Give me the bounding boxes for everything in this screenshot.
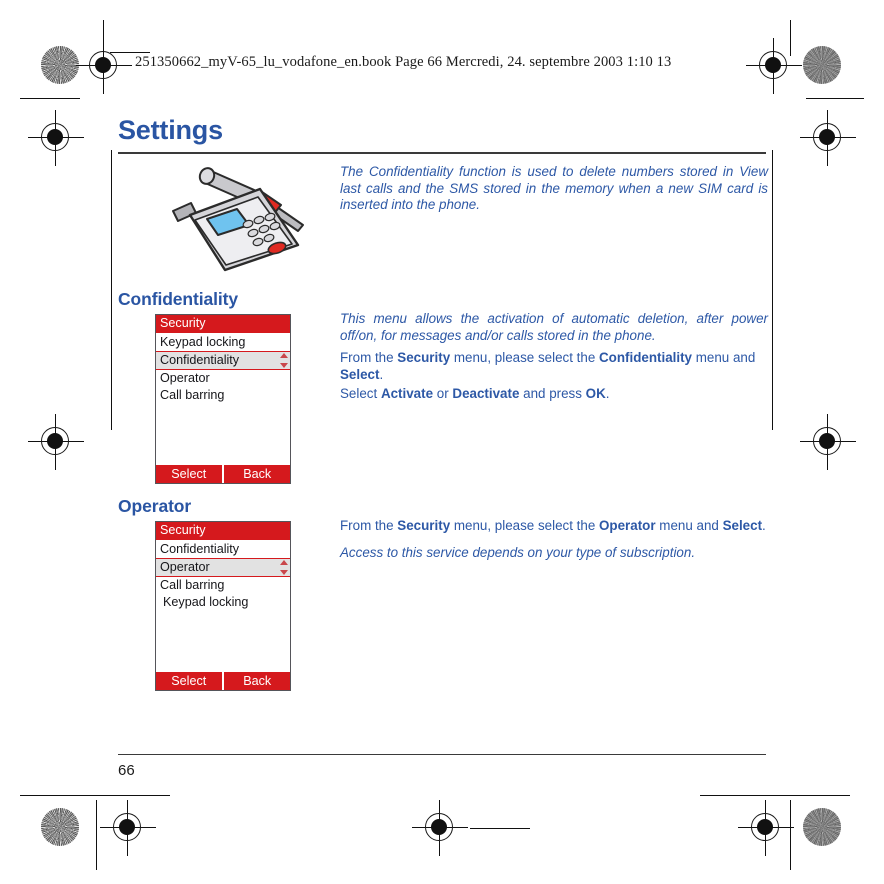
- text-run: Select: [340, 386, 381, 401]
- trim-mark-bottom-right-vertical: [790, 800, 792, 870]
- registration-crosshair-bottom-right: [738, 800, 794, 856]
- registration-crosshair-top-right: [746, 38, 802, 94]
- screen-softkey-bar: Select Back: [156, 672, 290, 690]
- text-run: .: [379, 366, 384, 382]
- menu-item[interactable]: Keypad locking: [156, 334, 290, 351]
- text-run-bold: Confidentiality: [599, 350, 693, 365]
- scroll-arrows-icon: [279, 353, 288, 368]
- intro-text: The Confidentiality function is used to …: [340, 164, 768, 213]
- text-run: menu and: [655, 518, 723, 533]
- menu-item[interactable]: Call barring: [156, 387, 290, 404]
- softkey-back[interactable]: Back: [224, 672, 290, 690]
- registration-crosshair-bottom-center: [412, 800, 468, 856]
- trim-mark-bottom-right: [700, 795, 850, 797]
- trim-mark-bottom-left-vertical: [96, 800, 98, 870]
- menu-item[interactable]: Confidentiality: [156, 541, 290, 558]
- registration-rosette-top-right: [803, 46, 841, 84]
- text-run: menu, please select the: [450, 518, 600, 533]
- menu-item-selected[interactable]: Confidentiality: [156, 351, 290, 370]
- page-title: Settings: [118, 115, 223, 145]
- screen-menu-list: Keypad locking Confidentiality Operator …: [156, 333, 290, 465]
- text-run-bold: Activate: [380, 386, 434, 401]
- menu-item[interactable]: Operator: [156, 370, 290, 387]
- screen-titlebar: Security: [156, 522, 290, 540]
- page-number: 66: [118, 762, 135, 779]
- footer-divider: [118, 754, 766, 756]
- text-run: .: [605, 386, 610, 401]
- screen-menu-list: Confidentiality Operator Call barring Ke…: [156, 540, 290, 672]
- arrow-up-icon: [279, 560, 288, 565]
- softkey-back[interactable]: Back: [224, 465, 290, 483]
- menu-item-label: Operator: [160, 560, 210, 574]
- text-run-bold: OK: [585, 386, 606, 401]
- text-run-bold: Security: [397, 350, 451, 365]
- running-head: 251350662_myV-65_lu_vodafone_en.book Pag…: [135, 54, 672, 70]
- registration-crosshair-right-upper: [800, 110, 856, 166]
- text-run-bold: Security: [397, 518, 451, 533]
- text-run-bold: Deactivate: [452, 386, 520, 401]
- confidentiality-note-paragraph: This menu allows the activation of autom…: [340, 311, 768, 344]
- registration-rosette-bottom-left: [41, 808, 79, 846]
- text-run: or: [433, 386, 453, 401]
- arrow-down-icon: [279, 570, 288, 575]
- handset-screen-operator: Security Confidentiality Operator Call b…: [155, 521, 291, 691]
- operator-note-text: Access to this service depends on your t…: [340, 545, 696, 560]
- section-heading-operator: Operator: [118, 496, 192, 516]
- trim-mark-right-upper: [806, 98, 864, 100]
- registration-rosette-top-left: [41, 46, 79, 84]
- arrow-up-icon: [279, 353, 288, 358]
- section-heading-confidentiality: Confidentiality: [118, 289, 239, 309]
- operator-instruction-paragraph: From the Security menu, please select th…: [340, 518, 768, 535]
- registration-rosette-bottom-right: [803, 808, 841, 846]
- trim-mark-bottom-center: [470, 828, 530, 830]
- trim-mark-left-upper: [20, 98, 80, 100]
- text-run: menu, please select the: [450, 350, 600, 365]
- trim-mark-left-vertical: [111, 150, 113, 430]
- trim-mark-right-vertical: [772, 150, 774, 430]
- softkey-select[interactable]: Select: [156, 672, 222, 690]
- handset-screen-confidentiality: Security Keypad locking Confidentiality …: [155, 314, 291, 484]
- intro-paragraph: The Confidentiality function is used to …: [340, 164, 768, 214]
- text-run: menu and: [692, 350, 756, 365]
- screen-titlebar: Security: [156, 315, 290, 333]
- title-divider: [118, 152, 766, 154]
- menu-item[interactable]: Keypad locking: [156, 594, 290, 611]
- operator-subscription-note: Access to this service depends on your t…: [340, 545, 768, 562]
- softkey-select[interactable]: Select: [156, 465, 222, 483]
- text-run: and press: [519, 386, 586, 401]
- confidentiality-activate-paragraph: Select Activate or Deactivate and press …: [340, 386, 768, 403]
- phone-with-screwdriver-illustration: [165, 163, 307, 275]
- trim-mark-top-right: [790, 20, 792, 56]
- text-run: From the: [340, 350, 398, 365]
- confidentiality-note-text: This menu allows the activation of autom…: [340, 311, 768, 343]
- trim-mark-top-left: [103, 20, 105, 56]
- registration-crosshair-left-upper: [28, 110, 84, 166]
- text-run-bold: Select: [722, 518, 763, 533]
- document-page: 251350662_myV-65_lu_vodafone_en.book Pag…: [0, 0, 884, 884]
- registration-crosshair-right-middle: [800, 414, 856, 470]
- arrow-down-icon: [279, 363, 288, 368]
- screen-softkey-bar: Select Back: [156, 465, 290, 483]
- text-run-bold: Select: [340, 366, 380, 382]
- menu-item-selected[interactable]: Operator: [156, 558, 290, 577]
- text-run-bold: Operator: [599, 518, 656, 533]
- trim-mark-bottom-left: [20, 795, 170, 797]
- text-run: From the: [340, 518, 398, 533]
- menu-item[interactable]: Call barring: [156, 577, 290, 594]
- scroll-arrows-icon: [279, 560, 288, 575]
- confidentiality-instruction-paragraph: From the Security menu, please select th…: [340, 350, 768, 383]
- registration-crosshair-left-middle: [28, 414, 84, 470]
- text-run: .: [762, 518, 766, 533]
- menu-item-label: Confidentiality: [160, 353, 240, 367]
- registration-crosshair-bottom-left: [100, 800, 156, 856]
